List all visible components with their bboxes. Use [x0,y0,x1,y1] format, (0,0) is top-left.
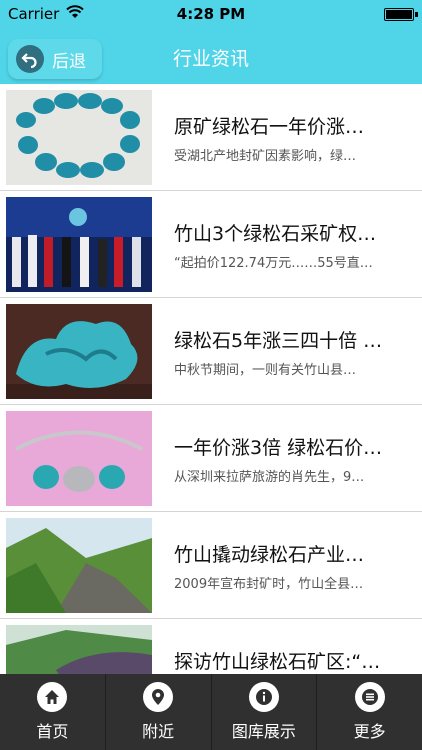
article-title: 竹山撬动绿松石产业… [174,544,365,566]
article-row[interactable]: 探访竹山绿松石矿区:“… [0,619,422,674]
status-bar: Carrier 4:28 PM [0,0,422,28]
location-pin-icon [143,682,174,712]
home-icon [37,682,68,712]
turquoise-bracelet-thumbnail [6,90,152,185]
turquoise-carving-thumbnail [6,304,152,399]
article-list: 原矿绿松石一年价涨… 受湖北产地封矿因素影响，绿… 竹山3个绿松石采矿权… “起… [0,84,422,674]
article-row[interactable]: 原矿绿松石一年价涨… 受湖北产地封矿因素影响，绿… [0,84,422,191]
article-row[interactable]: 一年价涨3倍 绿松石价… 从深圳来拉萨旅游的肖先生，9… [0,405,422,512]
page-title: 行业资讯 [172,48,249,70]
article-title: 一年价涨3倍 绿松石价… [174,437,383,459]
mine-site-thumbnail [6,625,152,674]
mountain-landscape-thumbnail [6,518,152,613]
article-row[interactable]: 竹山撬动绿松石产业… 2009年宣布封矿时，竹山全县… [0,512,422,619]
tab-label: 更多 [353,722,386,741]
article-title: 原矿绿松石一年价涨… [174,116,365,138]
article-row[interactable]: 竹山3个绿松石采矿权… “起拍价122.74万元……55号直… [0,191,422,298]
article-summary: 从深圳来拉萨旅游的肖先生，9… [174,470,365,485]
list-icon [354,682,385,712]
tab-bar: 首页 附近 图库展示 更多 [0,674,422,750]
tab-label: 图库展示 [231,722,296,741]
tab-home[interactable]: 首页 [0,674,106,750]
stage-models-thumbnail [6,197,152,292]
article-summary: “起拍价122.74万元……55号直… [174,256,373,271]
article-row[interactable]: 绿松石5年涨三四十倍 … 中秋节期间，一则有关竹山县… [0,298,422,405]
article-title: 竹山3个绿松石采矿权… [174,223,377,245]
tab-gallery[interactable]: 图库展示 [212,674,318,750]
tab-more[interactable]: 更多 [317,674,422,750]
article-summary: 2009年宣布封矿时，竹山全县… [174,577,364,592]
clock: 4:28 PM [176,5,246,23]
article-title: 绿松石5年涨三四十倍 … [174,330,383,352]
tab-label: 附近 [142,722,175,741]
article-summary: 中秋节期间，一则有关竹山县… [174,363,357,378]
info-icon [248,682,279,712]
battery-icon [384,8,418,21]
silver-bracelet-thumbnail [6,411,152,506]
article-summary: 受湖北产地封矿因素影响，绿… [174,149,357,164]
article-title: 探访竹山绿松石矿区:“… [174,651,381,673]
tab-nearby[interactable]: 附近 [106,674,212,750]
nav-bar: 后退 行业资讯 [0,28,422,84]
tab-label: 首页 [36,722,69,741]
